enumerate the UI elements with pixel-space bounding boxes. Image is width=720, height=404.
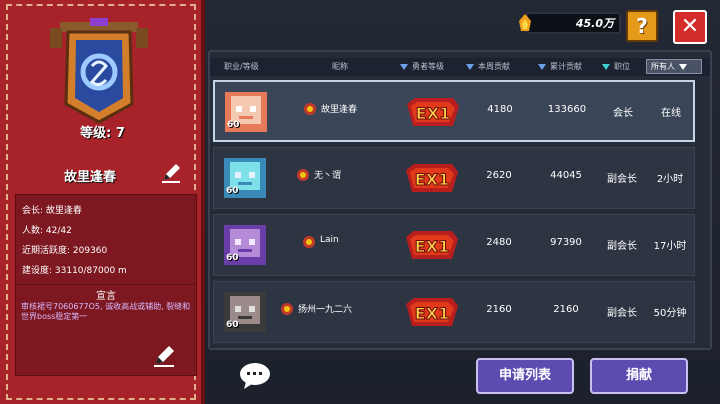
member-row[interactable]: 60 扬州一九二六 EX1 2160 2160 副会长 50分钟 (213, 281, 695, 343)
member-total-contrib: 2160 (553, 304, 579, 315)
member-week-contrib: 4180 (487, 104, 513, 115)
member-level-badge: 60 (226, 186, 239, 196)
hero-level-ex-icon: EX1 (406, 231, 458, 259)
member-title-icon (281, 303, 293, 315)
hero-level-text: EX1 (415, 304, 449, 323)
guild-leader-text: 会长: 故里逢春 (22, 206, 82, 216)
member-week-contrib: 2620 (486, 170, 512, 181)
member-nickname: Lain (320, 235, 339, 245)
guild-info-box: 会长: 故里逢春 人数: 42/42 近期活跃度: 209360 建设度: 33… (15, 194, 197, 286)
hero-level-ex-icon: EX1 (406, 298, 458, 326)
guild-emblem-icon (50, 18, 148, 124)
guild-construction-text: 建设度: 33110/87000 m (22, 266, 127, 276)
sort-arrow-icon (602, 63, 610, 70)
member-week-contrib: 2160 (486, 304, 512, 315)
member-row[interactable]: 60 Lain EX1 2480 97390 副会长 17小时 (213, 214, 695, 276)
gold-flame-icon (519, 14, 531, 31)
member-total-contrib: 97390 (550, 237, 582, 248)
guild-activity-text: 近期活跃度: 209360 (22, 246, 108, 256)
member-position: 副会长 (607, 308, 637, 319)
member-week-contrib: 2480 (486, 237, 512, 248)
member-position: 会长 (613, 108, 633, 119)
member-title-icon (303, 236, 315, 248)
apply-list-button[interactable]: 申请列表 (476, 358, 574, 394)
header-hero-level[interactable]: 勇者等级 (400, 61, 444, 72)
guild-name: 故里逢春 (64, 170, 117, 185)
member-total-contrib: 133660 (547, 104, 587, 115)
member-status: 50分钟 (653, 308, 687, 319)
sort-arrow-icon (400, 63, 408, 70)
header-week-contrib[interactable]: 本周贡献 (466, 61, 510, 72)
member-position: 副会长 (607, 174, 637, 185)
member-status: 2小时 (656, 174, 684, 185)
help-button[interactable]: ? (626, 10, 658, 42)
hero-level-text: EX1 (415, 170, 449, 189)
member-level-badge: 60 (227, 120, 240, 130)
guild-screen: 等级: 7 故里逢春 会长: 故里逢春 人数: 42/42 近期活跃度: 209… (0, 0, 720, 404)
notice-title: 宣言 (96, 291, 116, 302)
donate-button[interactable]: 捐献 (590, 358, 688, 394)
member-status: 在线 (661, 108, 681, 119)
edit-notice-pencil-icon[interactable] (152, 344, 176, 368)
guild-level: 等级: 7 (80, 126, 125, 141)
header-total-contrib[interactable]: 累计贡献 (538, 61, 582, 72)
member-row[interactable]: 60 故里逢春 EX1 4180 133660 会长 在线 (213, 80, 695, 142)
notice-text: 审核裙号7060677O5, 诚收高战或辅助, 裂缝和世界boss稳定第一 (21, 302, 191, 321)
hero-level-text: EX1 (416, 104, 450, 123)
guild-members-text: 人数: 42/42 (22, 226, 72, 236)
close-button[interactable]: ✕ (673, 10, 707, 44)
member-filter-dropdown[interactable]: 所有人 (646, 59, 702, 74)
chevron-down-icon (679, 63, 687, 70)
member-title-icon (297, 169, 309, 181)
edit-name-pencil-icon[interactable] (160, 162, 182, 184)
guild-name-row: 故里逢春 (0, 158, 205, 188)
member-row[interactable]: 60 无丶谓 EX1 2620 44045 副会长 2小时 (213, 147, 695, 209)
member-level-badge: 60 (226, 253, 239, 263)
member-nickname: 无丶谓 (314, 171, 342, 181)
sort-arrow-icon (466, 63, 474, 70)
member-status: 17小时 (653, 241, 687, 252)
member-table-header: 职业/等级 昵称 勇者等级 本周贡献 累计贡献 职位 (210, 58, 710, 76)
sort-arrow-icon (538, 63, 546, 70)
header-nickname: 昵称 (332, 62, 348, 71)
hero-level-text: EX1 (415, 237, 449, 256)
gold-value: 45.0万 (575, 17, 614, 30)
header-job-level: 职业/等级 (224, 62, 259, 71)
member-position: 副会长 (607, 241, 637, 252)
chat-bubble-icon[interactable] (238, 362, 272, 390)
hero-level-ex-icon: EX1 (406, 164, 458, 192)
member-nickname: 故里逢春 (321, 105, 358, 115)
header-position[interactable]: 职位 (602, 61, 630, 72)
member-nickname: 扬州一九二六 (298, 305, 353, 315)
hero-level-ex-icon: EX1 (407, 98, 459, 126)
member-title-icon (304, 103, 316, 115)
member-total-contrib: 44045 (550, 170, 582, 181)
member-level-badge: 60 (226, 320, 239, 330)
